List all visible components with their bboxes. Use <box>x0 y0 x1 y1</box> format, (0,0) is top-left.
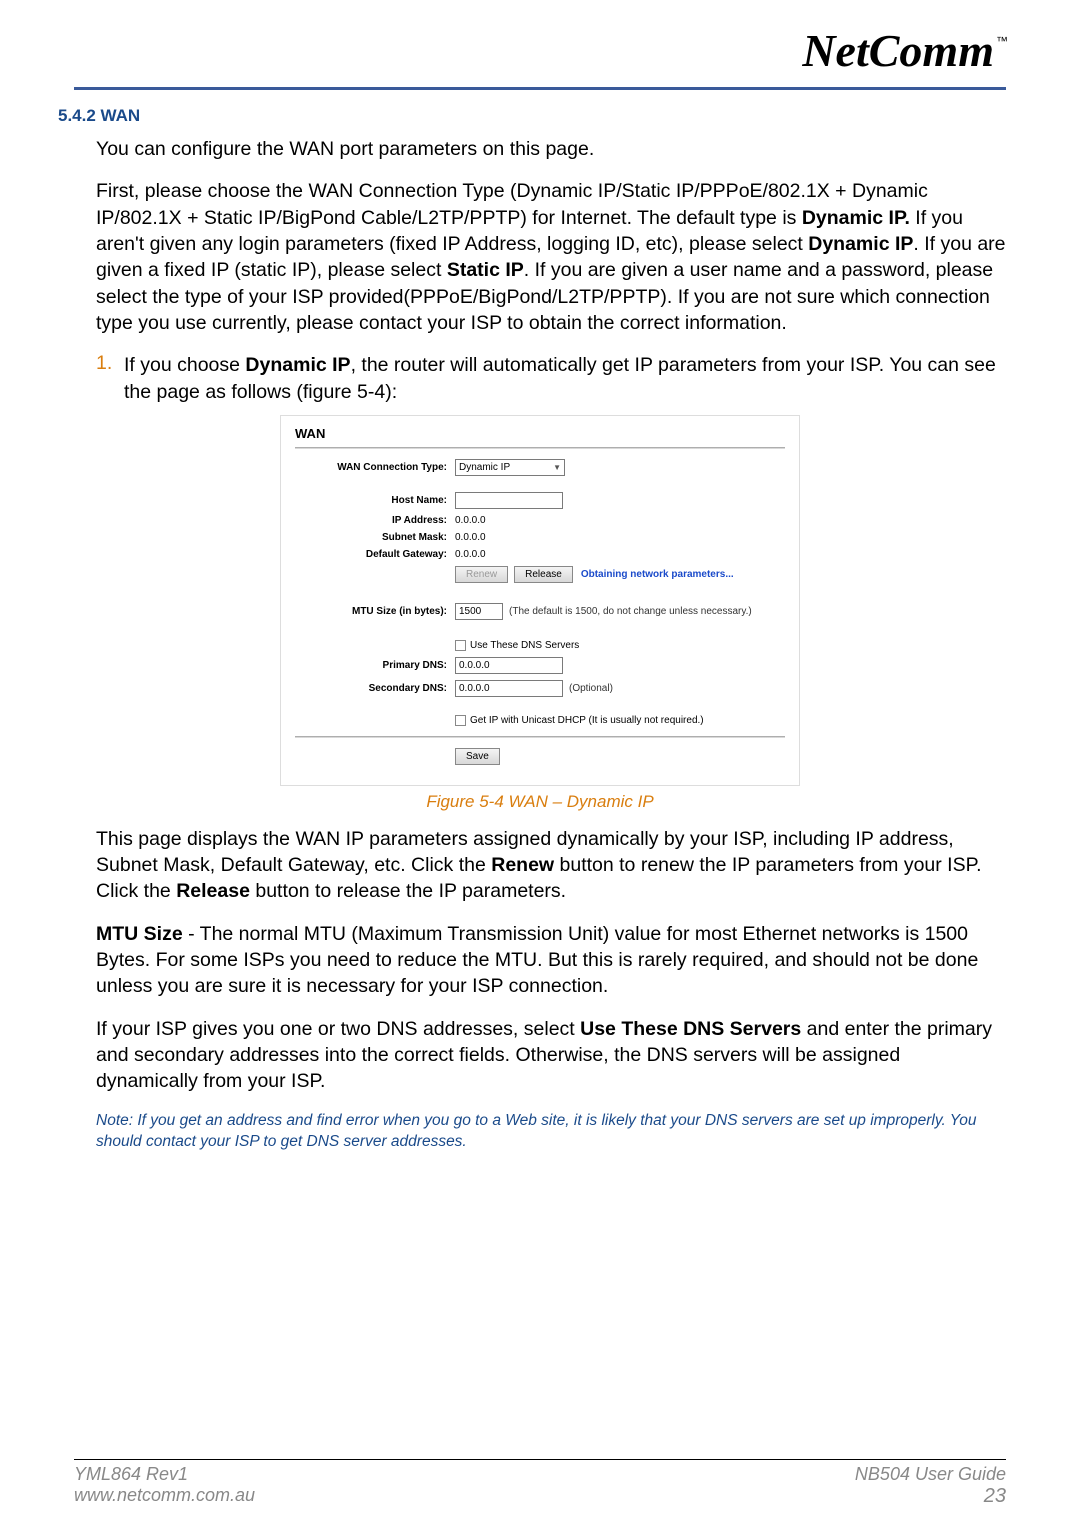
footer-rev: YML864 Rev1 <box>74 1464 255 1485</box>
lbl-host: Host Name: <box>295 495 455 506</box>
list-number: 1. <box>96 352 124 405</box>
chk-unicast[interactable] <box>455 715 466 726</box>
btn-save[interactable]: Save <box>455 748 500 765</box>
hint-mtu: (The default is 1500, do not change unle… <box>509 606 752 617</box>
lbl-unicast: Get IP with Unicast DHCP (It is usually … <box>470 715 704 726</box>
btn-release[interactable]: Release <box>514 566 573 583</box>
para-this-page: This page displays the WAN IP parameters… <box>96 826 1006 905</box>
btn-renew[interactable]: Renew <box>455 566 508 583</box>
status-obtaining: Obtaining network parameters... <box>581 569 734 580</box>
lbl-gw: Default Gateway: <box>295 549 455 560</box>
lbl-mtu: MTU Size (in bytes): <box>295 606 455 617</box>
intro-line: You can configure the WAN port parameter… <box>96 136 1006 162</box>
lbl-use-dns: Use These DNS Servers <box>470 640 579 651</box>
footer-guide: NB504 User Guide <box>855 1464 1006 1485</box>
lbl-mask: Subnet Mask: <box>295 532 455 543</box>
brand-header: NetComm™ <box>74 24 1006 90</box>
footer-page: 23 <box>855 1485 1006 1508</box>
footer-url: www.netcomm.com.au <box>74 1485 255 1506</box>
para-connection-types: First, please choose the WAN Connection … <box>96 178 1006 336</box>
inp-mtu[interactable] <box>455 603 503 620</box>
val-gw: 0.0.0.0 <box>455 549 486 560</box>
para-dns: If your ISP gives you one or two DNS add… <box>96 1016 1006 1095</box>
lbl-ip: IP Address: <box>295 515 455 526</box>
sel-conn-type[interactable]: Dynamic IP▼ <box>455 459 565 476</box>
lbl-pdns: Primary DNS: <box>295 660 455 671</box>
note-dns: Note: If you get an address and find err… <box>96 1111 1006 1153</box>
para-mtu: MTU Size - The normal MTU (Maximum Trans… <box>96 921 1006 1000</box>
hint-optional: (Optional) <box>569 683 613 694</box>
brand-logo: NetComm <box>802 24 994 77</box>
lbl-conn-type: WAN Connection Type: <box>295 462 455 473</box>
inp-sdns[interactable] <box>455 680 563 697</box>
val-ip: 0.0.0.0 <box>455 515 486 526</box>
wan-screenshot-title: WAN <box>295 426 785 441</box>
trademark: ™ <box>996 34 1008 48</box>
wan-screenshot: WAN WAN Connection Type: Dynamic IP▼ Hos… <box>280 415 800 786</box>
lbl-sdns: Secondary DNS: <box>295 683 455 694</box>
chk-use-dns[interactable] <box>455 640 466 651</box>
figure-caption: Figure 5-4 WAN – Dynamic IP <box>74 792 1006 812</box>
inp-pdns[interactable] <box>455 657 563 674</box>
page-footer: YML864 Rev1 www.netcomm.com.au NB504 Use… <box>74 1459 1006 1508</box>
section-heading: 5.4.2 WAN <box>58 106 1006 126</box>
inp-host[interactable] <box>455 492 563 509</box>
val-mask: 0.0.0.0 <box>455 532 486 543</box>
list-item-1: 1. If you choose Dynamic IP, the router … <box>96 352 1006 405</box>
